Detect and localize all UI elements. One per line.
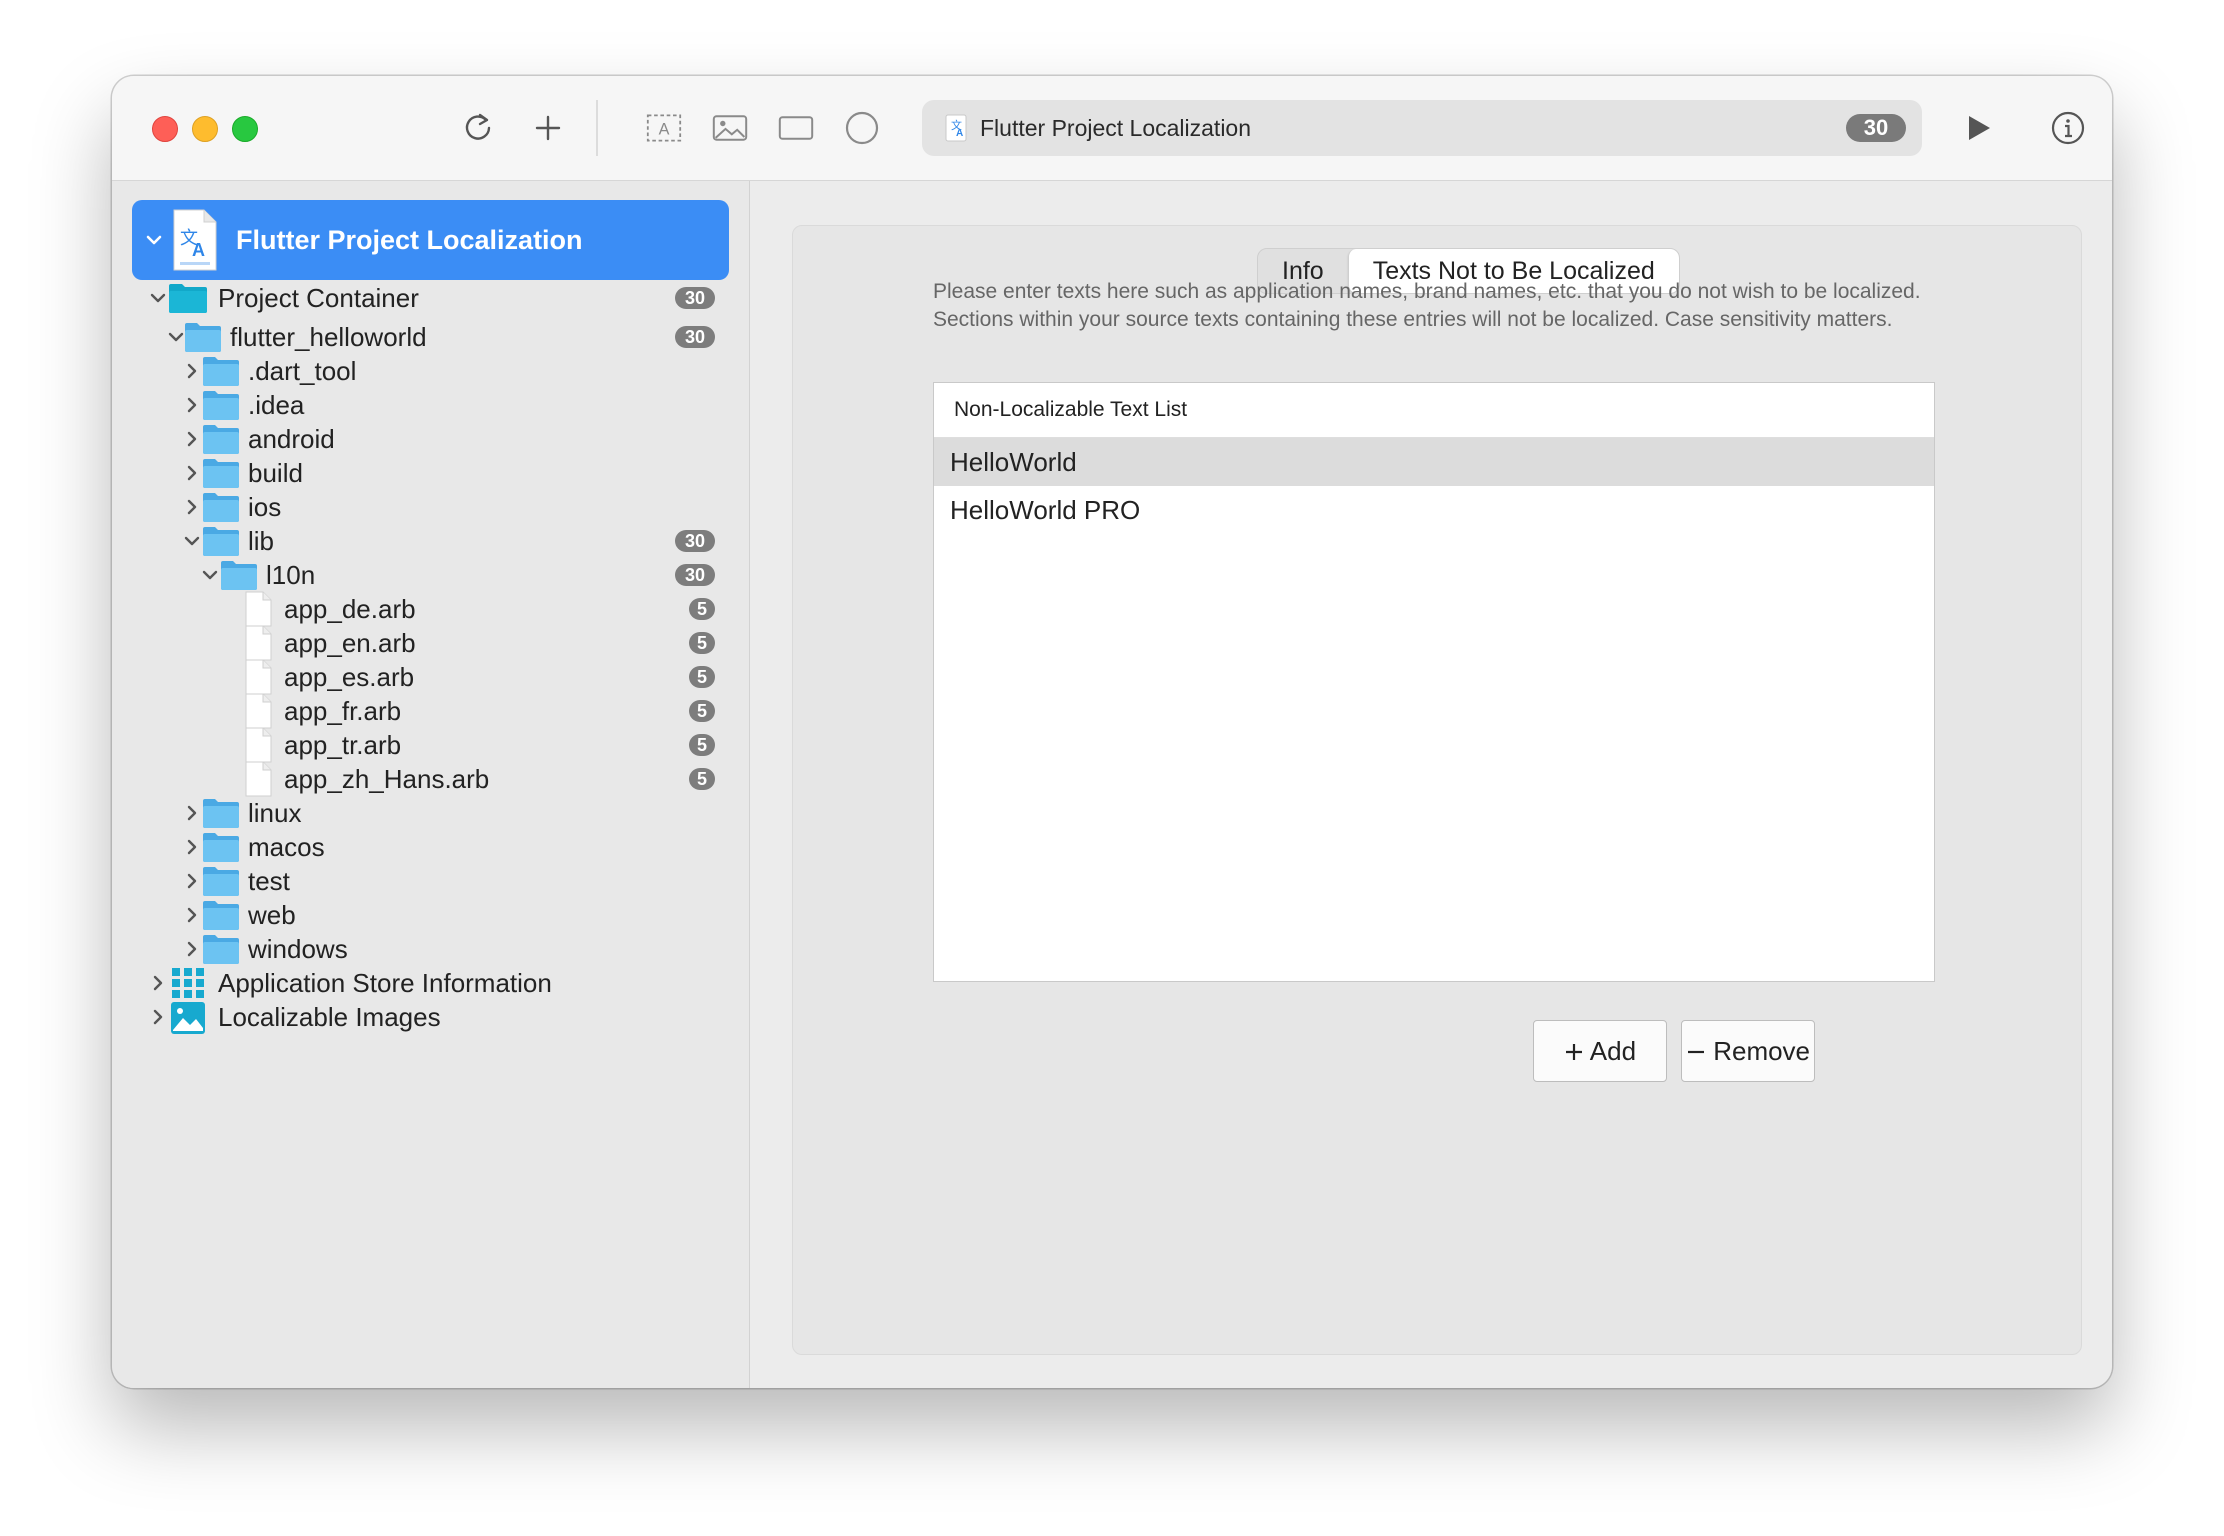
count-badge: 5 — [689, 666, 715, 688]
count-badge: 30 — [675, 530, 715, 552]
tree-label: web — [248, 900, 296, 930]
plus-icon — [1564, 1036, 1590, 1066]
zoom-window-button[interactable] — [232, 116, 258, 142]
tree-row-localizable-images[interactable]: Localizable Images — [112, 995, 749, 1039]
chevron-down-icon[interactable] — [200, 565, 220, 585]
sidebar-project-title: Flutter Project Localization — [236, 225, 583, 255]
tree-label: flutter_helloworld — [230, 322, 427, 352]
tree-label: android — [248, 424, 335, 454]
chevron-right-icon[interactable] — [182, 939, 202, 959]
add-button-label: Add — [1589, 1036, 1637, 1066]
image-icon[interactable] — [712, 110, 748, 146]
settings-panel: Info Texts Not to Be Localized Please en… — [792, 225, 2082, 1355]
address-title: Flutter Project Localization — [980, 115, 1252, 141]
list-column-header[interactable]: Non-Localizable Text List — [934, 383, 1934, 438]
minus-icon — [1686, 1036, 1713, 1066]
sidebar: 文A Flutter Project Localization Project … — [112, 181, 750, 1388]
minimize-window-button[interactable] — [192, 116, 218, 142]
tree-label: .idea — [248, 390, 305, 420]
sidebar-project-header[interactable]: 文A Flutter Project Localization — [132, 200, 729, 280]
info-icon[interactable] — [2050, 110, 2086, 146]
svg-text:A: A — [192, 240, 205, 260]
photo-icon — [170, 1001, 208, 1034]
description-text: Please enter texts here such as applicat… — [933, 280, 1921, 331]
chevron-right-icon[interactable] — [148, 1007, 168, 1027]
non-localizable-list[interactable]: Non-Localizable Text List HelloWorld Hel… — [933, 382, 1935, 982]
tree-row-project-container[interactable]: Project Container 30 — [112, 276, 749, 320]
chevron-right-icon[interactable] — [182, 871, 202, 891]
tree-label: Localizable Images — [218, 1002, 441, 1032]
tree-label: windows — [248, 934, 348, 964]
translate-document-icon: 文A — [170, 208, 220, 272]
toolbar: A 文A Flutter Project Localization 30 — [112, 76, 2112, 181]
tree-label: app_fr.arb — [284, 696, 402, 726]
tree-label: ios — [248, 492, 282, 522]
toolbar-divider — [596, 100, 598, 156]
tree-label: app_zh_Hans.arb — [284, 764, 490, 794]
text-box-icon[interactable]: A — [646, 110, 682, 146]
tree-label: linux — [248, 798, 302, 828]
play-icon[interactable] — [1960, 110, 1996, 146]
tree-label: app_en.arb — [284, 628, 416, 658]
chevron-down-icon[interactable] — [148, 288, 168, 308]
list-item[interactable]: HelloWorld — [934, 438, 1934, 486]
count-badge: 5 — [689, 734, 715, 756]
tree-label: test — [248, 866, 290, 896]
close-window-button[interactable] — [152, 116, 178, 142]
refresh-icon[interactable] — [460, 110, 496, 146]
tree-label: macos — [248, 832, 325, 862]
count-badge: 5 — [689, 768, 715, 790]
count-badge: 30 — [675, 287, 715, 309]
chevron-right-icon[interactable] — [182, 463, 202, 483]
teal-folder-icon — [168, 282, 207, 314]
tree-label: Project Container — [218, 283, 419, 313]
chevron-right-icon[interactable] — [182, 803, 202, 823]
remove-button-label: Remove — [1713, 1036, 1811, 1066]
remove-button[interactable]: Remove — [1681, 1020, 1815, 1082]
chevron-right-icon[interactable] — [182, 361, 202, 381]
plus-icon[interactable] — [530, 110, 566, 146]
chevron-right-icon[interactable] — [182, 497, 202, 517]
chevron-right-icon[interactable] — [182, 837, 202, 857]
add-button[interactable]: Add — [1533, 1020, 1667, 1082]
tree-label: .dart_tool — [248, 356, 357, 386]
tree-label: Application Store Information — [218, 968, 552, 998]
address-count-badge: 30 — [1846, 114, 1906, 142]
main-content: Info Texts Not to Be Localized Please en… — [750, 181, 2112, 1388]
chevron-right-icon[interactable] — [182, 429, 202, 449]
circle-icon[interactable] — [844, 110, 880, 146]
chevron-right-icon[interactable] — [182, 905, 202, 925]
chevron-down-icon[interactable] — [166, 327, 186, 347]
chevron-down-icon[interactable] — [144, 230, 164, 255]
count-badge: 5 — [689, 632, 715, 654]
tree-label: app_tr.arb — [284, 730, 402, 760]
svg-text:A: A — [956, 128, 963, 139]
count-badge: 30 — [675, 326, 715, 348]
list-item[interactable]: HelloWorld PRO — [934, 486, 1934, 534]
count-badge: 5 — [689, 598, 715, 620]
address-bar[interactable]: 文A Flutter Project Localization 30 — [922, 100, 1922, 156]
count-badge: 5 — [689, 700, 715, 722]
rectangle-icon[interactable] — [778, 110, 814, 146]
translate-icon: 文A — [942, 114, 970, 142]
tree-label: lib — [248, 526, 275, 556]
chevron-down-icon[interactable] — [182, 531, 202, 551]
count-badge: 30 — [675, 564, 715, 586]
tree-label: app_es.arb — [284, 662, 415, 692]
tree-label: l10n — [266, 560, 316, 590]
chevron-right-icon[interactable] — [182, 395, 202, 415]
app-window: A 文A Flutter Project Localization 30 文 A… — [112, 76, 2112, 1388]
chevron-right-icon[interactable] — [148, 973, 168, 993]
tree-label: build — [248, 458, 303, 488]
tree-label: app_de.arb — [284, 594, 416, 624]
svg-text:A: A — [659, 120, 670, 138]
